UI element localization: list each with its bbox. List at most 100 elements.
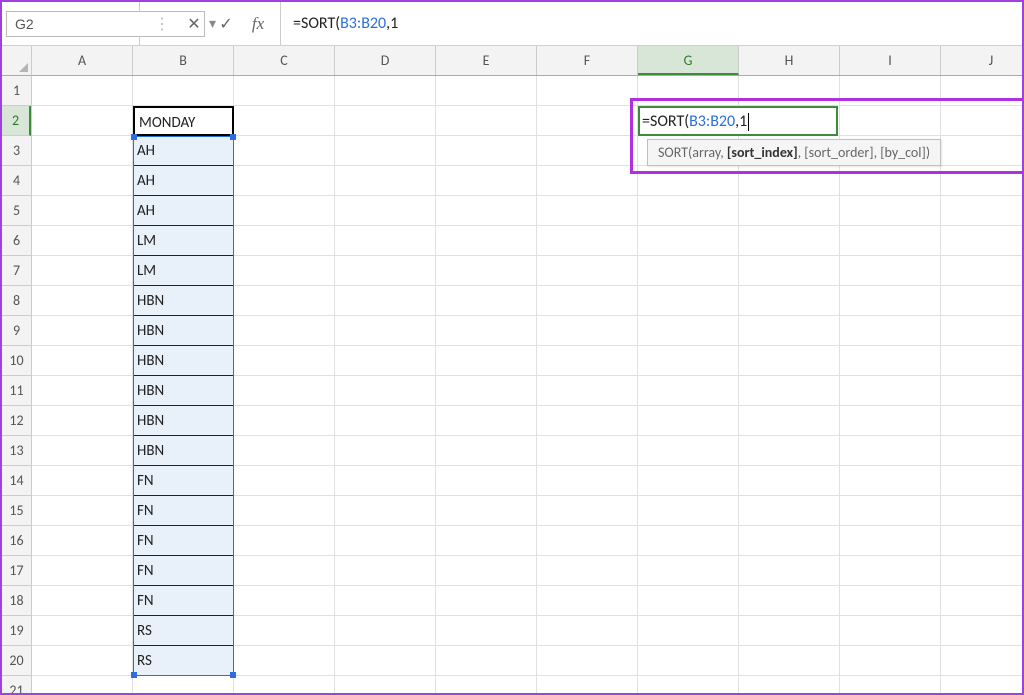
cell[interactable]: [739, 616, 840, 646]
cell[interactable]: [335, 196, 436, 226]
row-header-6[interactable]: 6: [2, 226, 31, 256]
cell[interactable]: [436, 526, 537, 556]
cell[interactable]: [335, 616, 436, 646]
table-cell[interactable]: FN: [133, 466, 234, 496]
cell[interactable]: [941, 406, 1022, 436]
cell[interactable]: [234, 316, 335, 346]
row-header-13[interactable]: 13: [2, 436, 31, 466]
cell[interactable]: [941, 166, 1022, 196]
cell[interactable]: [335, 646, 436, 676]
cell[interactable]: [840, 646, 941, 676]
table-cell[interactable]: AH: [133, 136, 234, 166]
table-cell[interactable]: LM: [133, 256, 234, 286]
cell[interactable]: [638, 526, 739, 556]
cell[interactable]: [739, 556, 840, 586]
cell[interactable]: [537, 676, 638, 695]
cell[interactable]: [739, 166, 840, 196]
cell[interactable]: [234, 376, 335, 406]
cell[interactable]: [840, 316, 941, 346]
cell[interactable]: [739, 526, 840, 556]
cell[interactable]: [436, 196, 537, 226]
enter-icon[interactable]: ✓: [210, 9, 242, 39]
cell[interactable]: [436, 136, 537, 166]
cell[interactable]: [32, 676, 133, 695]
cell[interactable]: [638, 76, 739, 106]
cell[interactable]: [739, 376, 840, 406]
cell[interactable]: [436, 226, 537, 256]
cell[interactable]: [32, 586, 133, 616]
name-box[interactable]: ▾: [2, 2, 140, 45]
cell[interactable]: [941, 106, 1022, 136]
table-cell[interactable]: HBN: [133, 436, 234, 466]
cell[interactable]: [335, 136, 436, 166]
cell[interactable]: [335, 316, 436, 346]
cell[interactable]: [234, 496, 335, 526]
cell[interactable]: [739, 586, 840, 616]
cell[interactable]: [739, 286, 840, 316]
cell[interactable]: [133, 76, 234, 106]
cell[interactable]: [32, 466, 133, 496]
cell[interactable]: [133, 676, 234, 695]
col-header-g[interactable]: G: [638, 46, 739, 75]
cell[interactable]: [638, 556, 739, 586]
cell[interactable]: [32, 286, 133, 316]
cell[interactable]: [638, 196, 739, 226]
cell[interactable]: [335, 436, 436, 466]
cell[interactable]: [234, 436, 335, 466]
cell[interactable]: [840, 556, 941, 586]
cell[interactable]: [739, 436, 840, 466]
cell[interactable]: [537, 226, 638, 256]
cell[interactable]: [840, 106, 941, 136]
fx-icon[interactable]: fx: [242, 9, 274, 39]
cell[interactable]: [436, 586, 537, 616]
row-header-14[interactable]: 14: [2, 466, 31, 496]
cell[interactable]: [537, 646, 638, 676]
cell[interactable]: [840, 466, 941, 496]
cell[interactable]: [537, 616, 638, 646]
cell[interactable]: [638, 286, 739, 316]
cell[interactable]: [638, 646, 739, 676]
row-header-16[interactable]: 16: [2, 526, 31, 556]
cell[interactable]: [436, 466, 537, 496]
table-cell[interactable]: RS: [133, 646, 234, 676]
cell[interactable]: [234, 646, 335, 676]
cell[interactable]: [941, 286, 1022, 316]
cell[interactable]: [638, 226, 739, 256]
cell[interactable]: [436, 166, 537, 196]
cell[interactable]: [335, 286, 436, 316]
cell[interactable]: [638, 466, 739, 496]
cell[interactable]: [234, 106, 335, 136]
col-header-f[interactable]: F: [537, 46, 638, 75]
sheet[interactable]: ABCDEFGHIJ 12345678910111213141516171819…: [2, 46, 1022, 695]
cell[interactable]: [234, 676, 335, 695]
cell[interactable]: [840, 76, 941, 106]
cell[interactable]: [739, 256, 840, 286]
cell[interactable]: [32, 256, 133, 286]
cell[interactable]: [537, 406, 638, 436]
cell[interactable]: [941, 76, 1022, 106]
cell[interactable]: [32, 136, 133, 166]
cell[interactable]: [32, 436, 133, 466]
cell[interactable]: [32, 406, 133, 436]
cell[interactable]: [537, 166, 638, 196]
cell[interactable]: [840, 406, 941, 436]
cell[interactable]: [941, 586, 1022, 616]
cell[interactable]: [840, 436, 941, 466]
cell[interactable]: [537, 586, 638, 616]
cell[interactable]: [840, 346, 941, 376]
cell[interactable]: [234, 166, 335, 196]
cell[interactable]: [941, 256, 1022, 286]
cell[interactable]: [32, 226, 133, 256]
cell[interactable]: [32, 526, 133, 556]
cell[interactable]: [739, 496, 840, 526]
col-header-j[interactable]: J: [941, 46, 1022, 75]
cell[interactable]: [941, 526, 1022, 556]
cell[interactable]: [32, 166, 133, 196]
cell[interactable]: [436, 346, 537, 376]
row-header-1[interactable]: 1: [2, 76, 31, 106]
cell[interactable]: [638, 166, 739, 196]
cell[interactable]: [537, 496, 638, 526]
cell[interactable]: [436, 646, 537, 676]
cell[interactable]: [234, 556, 335, 586]
cell[interactable]: [32, 556, 133, 586]
